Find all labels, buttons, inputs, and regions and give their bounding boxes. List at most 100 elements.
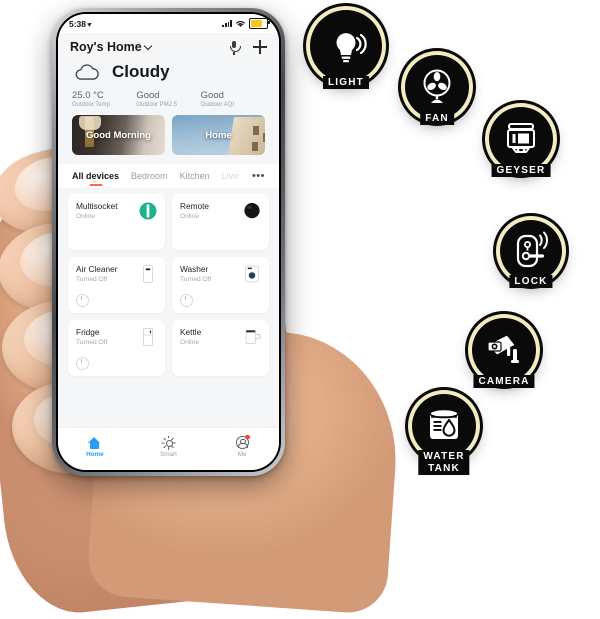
stat-label: Outdoor PM2.5 (136, 102, 178, 108)
tab-kitchen[interactable]: Kitchen (180, 171, 210, 187)
home-name-label: Roy's Home (70, 40, 142, 54)
phone-bezel: 5:38 Roy's Home Cloudy 25.0 °C Outdoor T… (56, 12, 281, 472)
device-card-multisocket[interactable]: Multisocket Online (68, 194, 165, 250)
device-row: Air Cleaner Turned Off Washer Turned Off (68, 257, 269, 313)
scene-stage: 5:38 Roy's Home Cloudy 25.0 °C Outdoor T… (0, 0, 600, 619)
device-card-fridge[interactable]: Fridge Turned Off (68, 320, 165, 376)
power-button[interactable] (76, 294, 89, 307)
weather-stat-aqi: Good Outdoor AQI (201, 90, 265, 108)
nav-item-smart[interactable]: Smart (132, 428, 206, 466)
tab-label: Kitchen (179, 171, 210, 181)
bottom-navigation: Home Smart Me (58, 427, 279, 470)
product-badge-fan[interactable]: FAN (405, 55, 469, 125)
stat-value: Good (200, 90, 224, 101)
scene-label: Home (205, 129, 232, 141)
geyser-icon (507, 123, 535, 153)
scene-card-good-morning[interactable]: Good Morning (72, 115, 165, 155)
product-badge-lock[interactable]: LOCK (500, 220, 562, 288)
weather-stats: 25.0 °C Outdoor Temp Good Outdoor PM2.5 … (72, 90, 265, 115)
product-badge-camera[interactable]: CAMERA (472, 318, 536, 388)
badge-circle (500, 220, 562, 282)
status-bar-left: 5:38 (69, 18, 93, 29)
device-card-remote[interactable]: Remote Online (172, 194, 269, 250)
tab-label: All devices (72, 171, 120, 181)
tab-bedroom[interactable]: Bedroom (131, 171, 168, 187)
device-card-air-cleaner[interactable]: Air Cleaner Turned Off (68, 257, 165, 313)
status-bar-right (222, 17, 270, 30)
battery-icon (249, 17, 270, 30)
weather-condition: Cloudy (112, 62, 170, 81)
wifi-icon (236, 20, 245, 27)
multisocket-icon (139, 202, 157, 220)
nav-item-home[interactable]: Home (58, 428, 132, 466)
status-bar: 5:38 (58, 14, 279, 33)
home-selector[interactable]: Roy's Home (70, 40, 152, 54)
scene-label: Good Morning (86, 129, 151, 141)
smart-lock-icon (516, 231, 548, 268)
tabs-more-icon[interactable]: ••• (252, 170, 265, 188)
product-badge-geyser[interactable]: GEYSER (489, 107, 553, 177)
weather-stat-pm25: Good Outdoor PM2.5 (136, 90, 200, 108)
badge-label: LIGHT (323, 75, 369, 89)
nav-label: Smart (160, 451, 177, 458)
scene-card-home[interactable]: Home (172, 115, 265, 155)
room-tabs: All devices Bedroom Kitchen Living ••• (58, 164, 279, 188)
tab-label: Living (221, 171, 239, 181)
badge-label: LOCK (509, 274, 553, 288)
kettle-icon (245, 330, 261, 344)
badge-circle (472, 318, 536, 382)
device-list: Multisocket Online Remote Online Air Cle… (58, 188, 279, 427)
badge-label: WATER TANK (418, 450, 470, 475)
weather-panel[interactable]: Cloudy 25.0 °C Outdoor Temp Good Outdoor… (58, 59, 279, 115)
badge-circle (412, 394, 476, 458)
badge-circle (310, 10, 382, 82)
weather-summary: Cloudy (72, 61, 265, 83)
badge-label: CAMERA (473, 374, 535, 388)
tab-label: Bedroom (131, 171, 168, 181)
product-badge-water-tank[interactable]: WATER TANK (412, 394, 476, 475)
stat-value: 25.0 °C (72, 90, 104, 101)
header-actions (228, 40, 267, 55)
nav-label: Me (237, 451, 247, 458)
badge-label: GEYSER (491, 163, 551, 177)
cloud-icon (75, 64, 99, 80)
product-badge-light[interactable]: LIGHT (310, 10, 382, 89)
tab-living-room[interactable]: Living (222, 171, 239, 187)
badge-circle (489, 107, 553, 171)
phone-screen: 5:38 Roy's Home Cloudy 25.0 °C Outdoor T… (58, 14, 279, 470)
user-icon (235, 435, 250, 449)
smartphone-device: 5:38 Roy's Home Cloudy 25.0 °C Outdoor T… (52, 8, 285, 476)
device-card-kettle[interactable]: Kettle Online (172, 320, 269, 376)
chevron-down-icon (143, 41, 152, 50)
fridge-icon (143, 328, 153, 346)
device-row: Fridge Turned Off Kettle Online (68, 320, 269, 376)
light-bulb-icon (336, 33, 367, 63)
sun-icon (161, 435, 176, 450)
location-arrow-icon (87, 20, 93, 27)
water-tank-icon (429, 408, 459, 439)
fan-icon (423, 69, 451, 103)
badge-circle (405, 55, 469, 119)
stat-value: Good (136, 90, 160, 101)
stat-label: Outdoor Temp (72, 102, 110, 108)
power-button[interactable] (180, 294, 193, 307)
app-header: Roy's Home (58, 33, 279, 59)
scene-shortcuts: Good Morning Home (58, 115, 279, 164)
device-row: Multisocket Online Remote Online (68, 194, 269, 250)
nav-item-me[interactable]: Me (205, 428, 279, 466)
status-time: 5:38 (69, 18, 87, 29)
weather-stat-temp: 25.0 °C Outdoor Temp (72, 90, 136, 108)
cellular-signal-icon (222, 20, 232, 27)
nav-label: Home (86, 450, 104, 458)
power-button[interactable] (76, 357, 89, 370)
stat-label: Outdoor AQI (200, 102, 235, 108)
plus-icon[interactable] (253, 40, 267, 54)
tab-all-devices[interactable]: All devices (72, 171, 119, 187)
home-icon (88, 436, 101, 449)
device-card-washer[interactable]: Washer Turned Off (172, 257, 269, 313)
microphone-icon[interactable] (228, 41, 241, 55)
remote-icon (244, 203, 260, 219)
washer-icon (245, 265, 259, 283)
air-cleaner-icon (143, 265, 153, 283)
cctv-camera-icon (486, 334, 519, 363)
